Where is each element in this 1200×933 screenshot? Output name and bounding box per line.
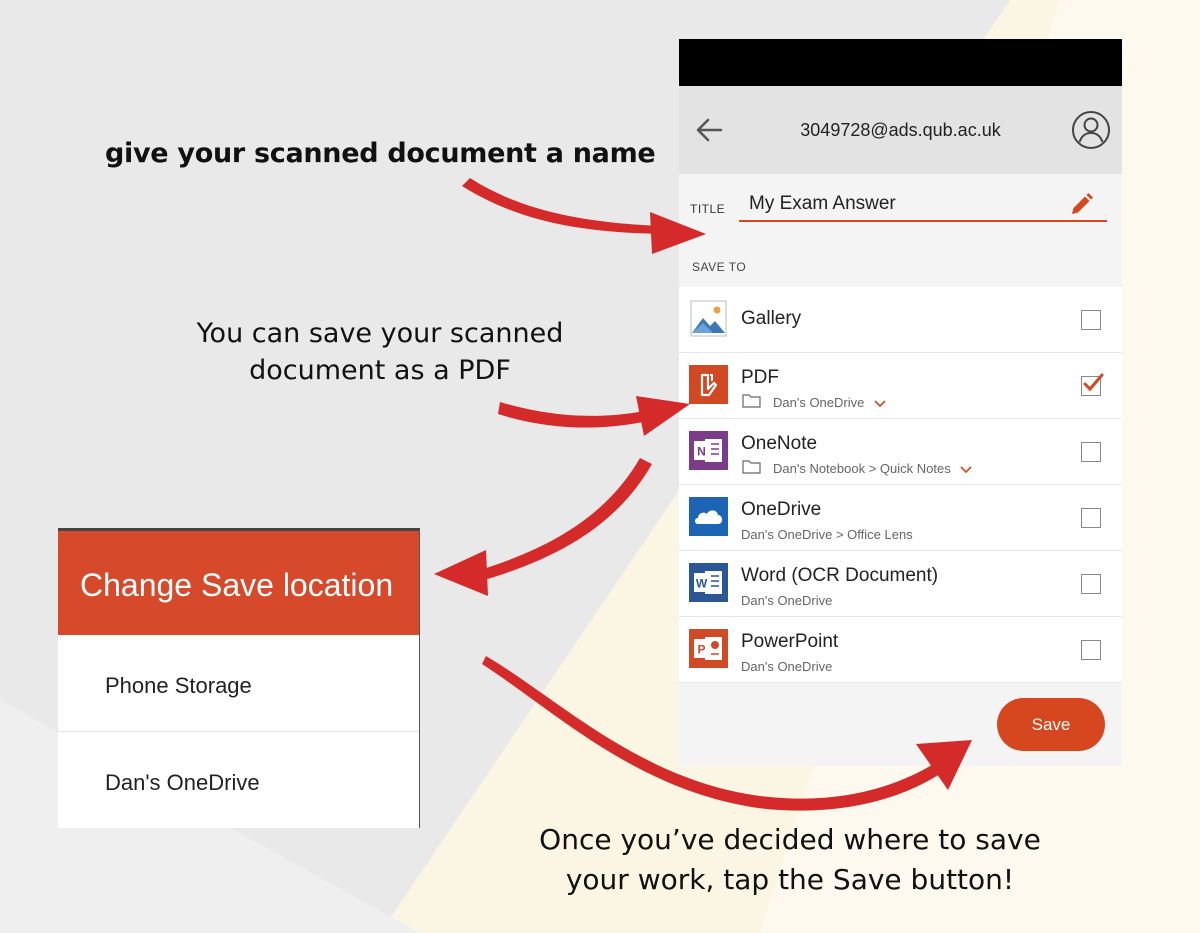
gallery-checkbox[interactable] (1081, 310, 1101, 330)
destination-name: Word (OCR Document) (741, 565, 939, 586)
powerpoint-icon: P (689, 629, 728, 668)
destination-name: PDF (741, 367, 779, 388)
destination-location-text: Dan's OneDrive > Office Lens (741, 527, 913, 542)
save-button[interactable]: Save (997, 698, 1105, 751)
destination-gallery[interactable]: Gallery (679, 287, 1122, 353)
svg-text:P: P (697, 643, 705, 657)
title-row: TITLE (679, 174, 1122, 246)
office-lens-save-screen: 3049728@ads.qub.ac.uk TITLE SAVE TO Gall… (679, 39, 1122, 766)
status-bar (679, 39, 1122, 86)
folder-icon (742, 394, 761, 408)
option-phone-storage[interactable]: Phone Storage (58, 635, 419, 732)
account-email: 3049728@ads.qub.ac.uk (800, 120, 1001, 140)
pdf-icon (689, 365, 728, 404)
save-to-label: SAVE TO (679, 246, 1122, 287)
title-input[interactable] (739, 188, 1107, 222)
gallery-icon (690, 300, 727, 337)
destination-name: OneDrive (741, 499, 822, 520)
account-icon[interactable] (1071, 110, 1111, 150)
annotation-pdf-line2: document as a PDF (249, 355, 511, 386)
svg-text:N: N (697, 445, 706, 459)
annotation-name-hint: give your scanned document a name (105, 138, 656, 169)
destination-location-text: Dan's Notebook > Quick Notes (773, 461, 951, 476)
destination-word[interactable]: W Word (OCR Document) Dan's OneDrive (679, 551, 1122, 617)
destination-name: PowerPoint (741, 631, 839, 652)
pencil-icon[interactable] (1068, 192, 1094, 218)
dialog-title: Change Save location (58, 531, 419, 635)
powerpoint-checkbox[interactable] (1081, 640, 1101, 660)
word-icon: W (689, 563, 728, 602)
destination-list: Gallery PDF Dan's OneDrive N OneNote Dan… (679, 287, 1122, 683)
option-onedrive[interactable]: Dan's OneDrive (58, 732, 419, 829)
annotation-pdf-line1: You can save your scanned (196, 318, 564, 349)
destination-location-text: Dan's OneDrive (741, 593, 833, 608)
chevron-down-icon[interactable] (874, 399, 886, 408)
destination-location-text: Dan's OneDrive (741, 659, 833, 674)
app-header: 3049728@ads.qub.ac.uk (679, 86, 1122, 174)
destination-name: Gallery (741, 308, 802, 329)
destination-name: OneNote (741, 433, 818, 454)
destination-pdf[interactable]: PDF Dan's OneDrive (679, 353, 1122, 419)
chevron-down-icon[interactable] (960, 465, 972, 474)
annotation-save-line2: your work, tap the Save button! (565, 863, 1015, 896)
destination-location-text: Dan's OneDrive (773, 395, 865, 410)
change-save-location-dialog: Change Save location Phone Storage Dan's… (58, 528, 420, 828)
pdf-checkbox[interactable] (1081, 373, 1104, 396)
checkmark-icon (1083, 373, 1104, 392)
onenote-icon: N (689, 431, 728, 470)
destination-location[interactable]: Dan's Notebook > Quick Notes (773, 461, 972, 476)
destination-powerpoint[interactable]: P PowerPoint Dan's OneDrive (679, 617, 1122, 683)
onenote-checkbox[interactable] (1081, 442, 1101, 462)
word-checkbox[interactable] (1081, 574, 1101, 594)
destination-onedrive[interactable]: OneDrive Dan's OneDrive > Office Lens (679, 485, 1122, 551)
onedrive-checkbox[interactable] (1081, 508, 1101, 528)
annotation-save-hint: Once you’ve decided where to save your w… (520, 820, 1060, 900)
annotation-save-line1: Once you’ve decided where to save (539, 823, 1041, 856)
svg-text:W: W (696, 577, 708, 591)
title-label: TITLE (690, 202, 726, 216)
onedrive-icon (689, 497, 728, 536)
destination-location[interactable]: Dan's OneDrive (773, 395, 886, 410)
folder-icon (742, 460, 761, 474)
annotation-pdf-hint: You can save your scanned document as a … (170, 315, 590, 389)
destination-onenote[interactable]: N OneNote Dan's Notebook > Quick Notes (679, 419, 1122, 485)
